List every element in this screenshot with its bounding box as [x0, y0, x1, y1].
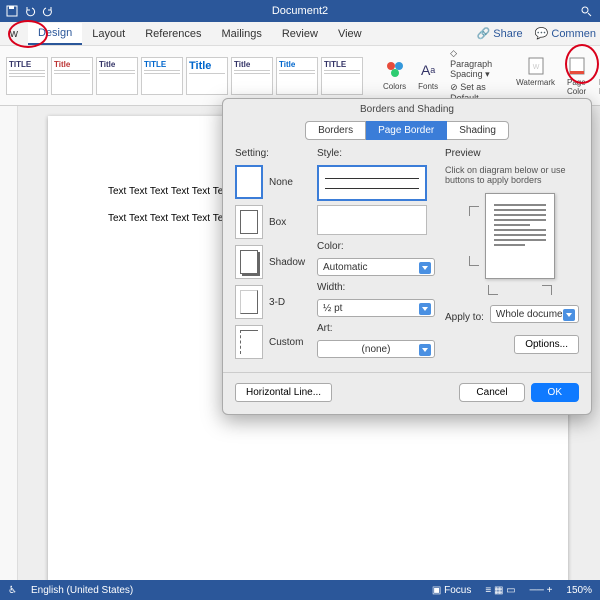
preview-page[interactable] [485, 193, 555, 279]
horizontal-line-button[interactable]: Horizontal Line... [235, 383, 332, 402]
tab-design[interactable]: Design [28, 23, 82, 45]
style-thumb[interactable]: TITLE [321, 57, 363, 95]
art-dropdown[interactable]: (none) [317, 340, 435, 358]
chevron-down-icon [419, 303, 431, 315]
ribbon: TITLE Title Title TITLE Title Title Titl… [0, 46, 600, 106]
dialog-tabs: Borders Page Border Shading [223, 118, 591, 148]
border-right-toggle[interactable] [542, 285, 552, 295]
style-thumb[interactable]: Title [231, 57, 273, 95]
ok-button[interactable]: OK [531, 383, 579, 402]
style-thumb[interactable]: Title [96, 57, 138, 95]
accessibility-icon[interactable]: ♿︎ [8, 585, 17, 596]
borders-shading-dialog: Borders and Shading Borders Page Border … [222, 98, 592, 415]
setting-box[interactable]: Box [235, 205, 307, 239]
save-icon[interactable] [6, 5, 18, 17]
page-color-icon [567, 56, 587, 76]
preview-label: Preview [445, 148, 579, 159]
setting-3d[interactable]: 3-D [235, 285, 307, 319]
width-dropdown[interactable]: ½ pt [317, 299, 435, 317]
svg-text:W: W [532, 64, 539, 71]
page-borders-button[interactable]: Page Borders [595, 54, 600, 98]
comments-label: Commen [551, 28, 596, 40]
status-bar: ♿︎ English (United States) ▣ Focus ≡ ▦ ▭… [0, 580, 600, 600]
tab-mailings[interactable]: Mailings [212, 24, 272, 44]
chevron-down-icon [419, 262, 431, 274]
fonts-label: Fonts [418, 82, 438, 91]
style-thumb[interactable]: Title [186, 57, 228, 95]
dialog-title: Borders and Shading [223, 99, 591, 118]
preview-hint: Click on diagram below or use buttons to… [445, 165, 579, 185]
options-button[interactable]: Options... [514, 335, 579, 354]
watermark-button[interactable]: W Watermark [512, 54, 559, 98]
focus-mode[interactable]: ▣ Focus [432, 585, 471, 596]
comments-button[interactable]: 💬 Commen [531, 27, 600, 40]
apply-to-label: Apply to: [445, 312, 484, 323]
style-thumb[interactable]: TITLE [141, 57, 183, 95]
document-title: Document2 [272, 5, 328, 17]
share-button[interactable]: 🔗 Share [468, 27, 530, 40]
share-label: Share [493, 28, 522, 40]
setting-custom[interactable]: Custom [235, 325, 307, 359]
fonts-icon: Aa [418, 60, 438, 80]
cancel-button[interactable]: Cancel [459, 383, 524, 402]
colors-button[interactable]: Colors [379, 58, 410, 93]
vertical-ruler[interactable] [0, 106, 18, 580]
page-color-button[interactable]: Page Color [563, 54, 591, 98]
color-dropdown[interactable]: Automatic [317, 258, 435, 276]
setting-none[interactable]: None [235, 165, 307, 199]
chevron-down-icon [419, 344, 431, 356]
dialog-tab-shading[interactable]: Shading [447, 121, 509, 140]
tab-view[interactable]: View [328, 24, 372, 44]
language-status[interactable]: English (United States) [31, 585, 133, 596]
chevron-down-icon [563, 309, 575, 321]
apply-to-dropdown[interactable]: Whole document [490, 305, 579, 323]
undo-icon[interactable] [24, 5, 36, 17]
style-label: Style: [317, 148, 435, 159]
watermark-icon: W [526, 56, 546, 76]
color-label: Color: [317, 241, 435, 252]
colors-icon [385, 60, 405, 80]
colors-label: Colors [383, 82, 406, 91]
art-label: Art: [317, 323, 435, 334]
style-thumb[interactable]: TITLE [6, 57, 48, 95]
page-color-label: Page Color [567, 78, 587, 96]
redo-icon[interactable] [42, 5, 54, 17]
tab-references[interactable]: References [135, 24, 211, 44]
border-bottom-toggle[interactable] [469, 256, 479, 266]
style-thumb[interactable]: Title [276, 57, 318, 95]
title-bar: Document2 [0, 0, 600, 22]
tab-layout[interactable]: Layout [82, 24, 135, 44]
tab-prev[interactable]: w [0, 24, 28, 44]
view-buttons[interactable]: ≡ ▦ ▭ [485, 585, 515, 596]
document-formatting-gallery[interactable]: TITLE Title Title TITLE Title Title Titl… [6, 57, 363, 95]
tab-review[interactable]: Review [272, 24, 328, 44]
width-label: Width: [317, 282, 435, 293]
zoom-level[interactable]: 150% [566, 585, 592, 596]
menu-bar: w Design Layout References Mailings Revi… [0, 22, 600, 46]
setting-shadow[interactable]: Shadow [235, 245, 307, 279]
zoom-slider[interactable]: ── + [530, 585, 553, 596]
setting-label: Setting: [235, 148, 307, 159]
search-icon[interactable] [580, 5, 592, 17]
style-option[interactable] [317, 205, 427, 235]
style-thumb[interactable]: Title [51, 57, 93, 95]
border-left-toggle[interactable] [488, 285, 498, 295]
paragraph-spacing-button[interactable]: ◇ Paragraph Spacing ▾ [450, 48, 492, 80]
style-selector[interactable] [317, 165, 427, 201]
dialog-tab-borders[interactable]: Borders [305, 121, 366, 140]
watermark-label: Watermark [516, 78, 555, 87]
border-top-toggle[interactable] [469, 206, 479, 216]
fonts-button[interactable]: Aa Fonts [414, 58, 442, 93]
dialog-tab-page-border[interactable]: Page Border [366, 121, 447, 140]
